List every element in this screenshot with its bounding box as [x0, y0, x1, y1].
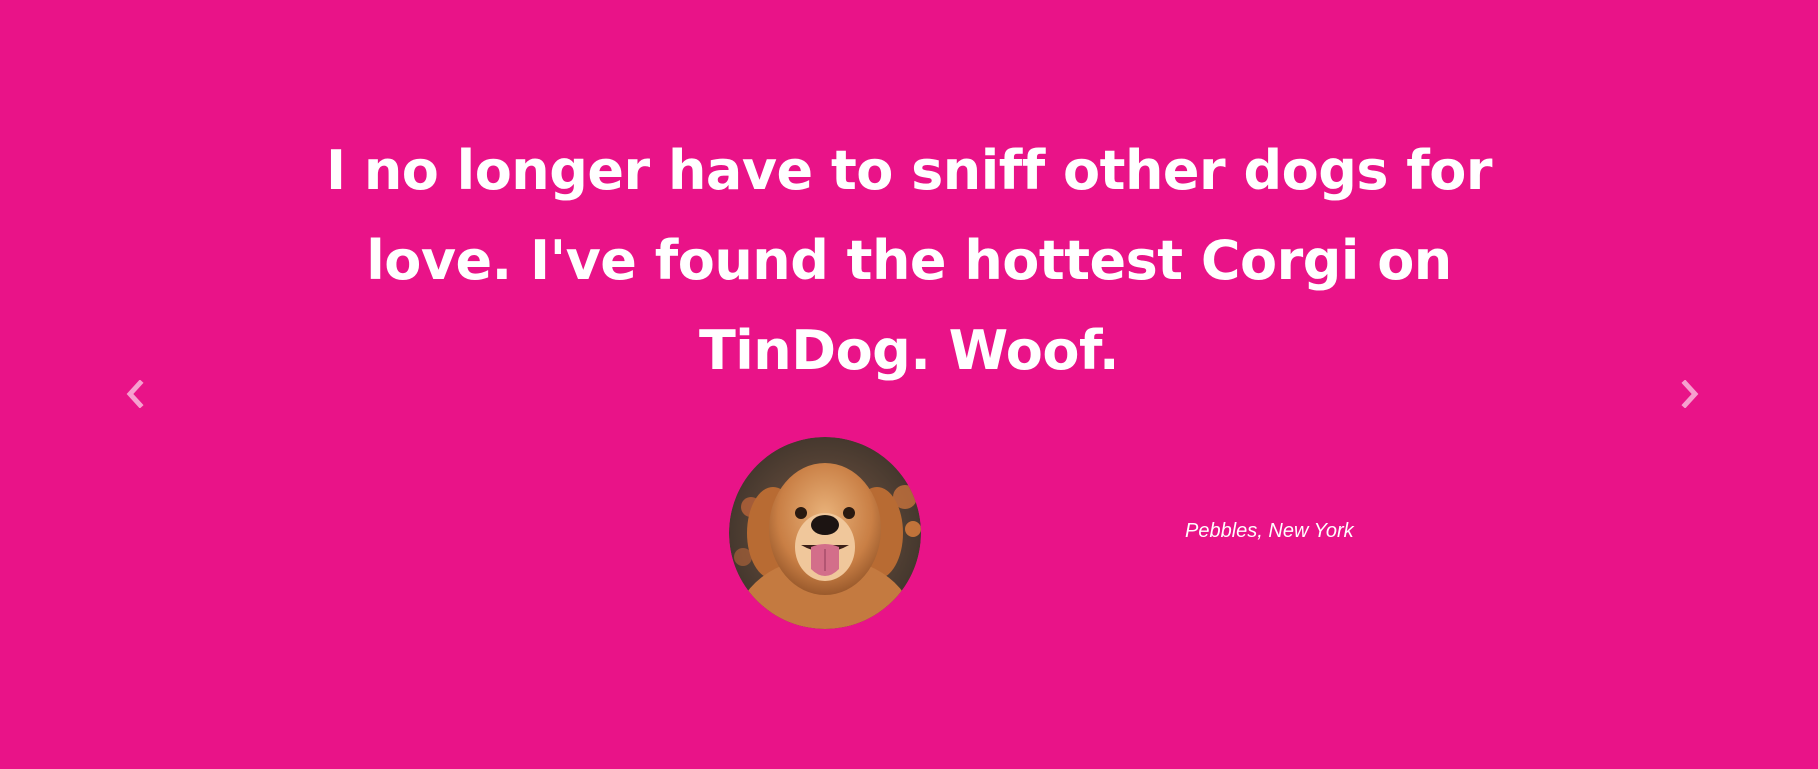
testimonial-author: Pebbles, New York	[1185, 520, 1354, 542]
carousel-prev-button[interactable]	[115, 374, 155, 414]
testimonial-author-row: Pebbles, New York	[729, 437, 1354, 629]
testimonial-quote: I no longer have to sniff other dogs for…	[325, 139, 1493, 382]
chevron-right-icon	[1681, 380, 1699, 408]
dog-avatar	[729, 437, 921, 629]
carousel-next-button[interactable]	[1670, 374, 1710, 414]
chevron-left-icon	[126, 380, 144, 408]
testimonial-carousel: I no longer have to sniff other dogs for…	[0, 0, 1818, 769]
